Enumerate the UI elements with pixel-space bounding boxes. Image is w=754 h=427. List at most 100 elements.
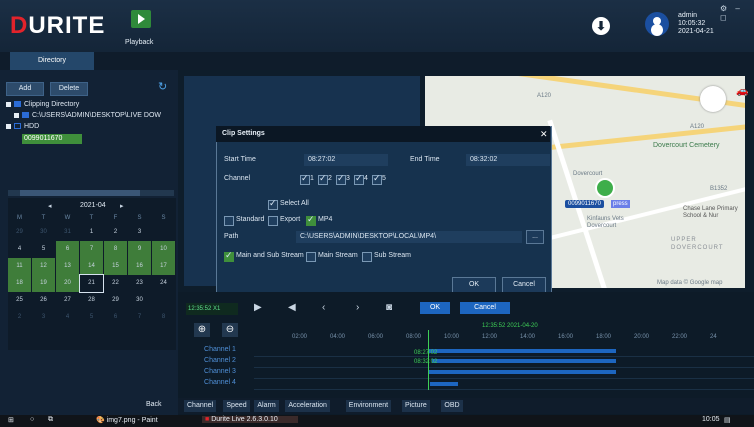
recording-segment[interactable]	[428, 349, 616, 353]
standard-checkbox[interactable]	[224, 216, 234, 226]
play-icon[interactable]: ▶	[254, 302, 262, 313]
tree-device[interactable]: 0099011670	[22, 134, 82, 144]
start-time-field[interactable]: 08:27:02	[304, 154, 388, 166]
start-icon[interactable]: ⊞	[8, 416, 14, 424]
close-icon[interactable]: ✕	[540, 129, 548, 140]
calendar-day[interactable]: 1	[80, 224, 103, 241]
calendar-day[interactable]: 18	[8, 275, 31, 292]
channel-checkbox[interactable]	[300, 173, 310, 185]
scrollbar-thumb[interactable]	[20, 190, 140, 196]
vehicle-marker[interactable]	[595, 178, 615, 198]
calendar-day[interactable]: 9	[128, 241, 151, 258]
delete-button[interactable]: Delete	[50, 82, 88, 96]
calendar-day[interactable]: 28	[80, 292, 103, 309]
bottom-tab[interactable]: Channel	[184, 400, 217, 412]
dialog-ok-button[interactable]: OK	[452, 277, 496, 293]
calendar-day[interactable]: 25	[8, 292, 31, 309]
stream-sub-radio[interactable]	[362, 252, 372, 262]
calendar-day[interactable]: 14	[80, 258, 103, 275]
calendar-day[interactable]: 4	[56, 309, 79, 326]
calendar-day[interactable]: 15	[104, 258, 127, 275]
timeline-cancel-button[interactable]: Cancel	[460, 302, 510, 314]
zoom-out-icon[interactable]: ⊖	[222, 323, 238, 337]
zoom-in-icon[interactable]: ⊕	[194, 323, 210, 337]
mp4-checkbox[interactable]	[306, 214, 316, 226]
playback-icon[interactable]	[131, 10, 151, 28]
bottom-tab[interactable]: OBD	[441, 400, 463, 412]
browse-button[interactable]: ...	[526, 230, 544, 244]
layers-icon[interactable]	[700, 86, 726, 112]
add-button[interactable]: Add	[6, 82, 44, 96]
timeline-channel-row[interactable]	[254, 379, 754, 390]
recording-segment[interactable]	[428, 370, 616, 374]
channel-checkbox[interactable]	[336, 173, 346, 185]
taskbar-app-paint[interactable]: 🎨 img7.png - Paint	[96, 416, 158, 424]
calendar-day[interactable]: 6	[56, 241, 79, 258]
tree-hdd[interactable]: HDD	[6, 123, 39, 130]
calendar-day[interactable]: 26	[32, 292, 55, 309]
timeline-ok-button[interactable]: OK	[420, 302, 450, 314]
calendar-day[interactable]: 12	[32, 258, 55, 275]
calendar-day[interactable]: 7	[128, 309, 151, 326]
calendar-day[interactable]: 29	[8, 224, 31, 241]
calendar-day[interactable]: 27	[56, 292, 79, 309]
taskbar-app-durite[interactable]: ■ Durite Live 2.6.3.0.10	[202, 416, 298, 423]
end-time-field[interactable]: 08:32:02	[466, 154, 550, 166]
calendar-day[interactable]: 24	[152, 275, 175, 292]
calendar-next-button[interactable]: ▸	[120, 202, 124, 210]
stream-main-sub-radio[interactable]	[224, 250, 234, 262]
calendar-day[interactable]: 5	[32, 241, 55, 258]
calendar-day[interactable]: 7	[80, 241, 103, 258]
back-icon[interactable]: ‹	[322, 302, 325, 313]
bottom-tab[interactable]: Environment	[345, 400, 392, 412]
calendar-day[interactable]: 5	[80, 309, 103, 326]
calendar-day[interactable]: 21	[79, 274, 104, 293]
camera-icon[interactable]: ◙	[386, 302, 392, 313]
dialog-cancel-button[interactable]: Cancel	[502, 277, 546, 293]
calendar-day[interactable]: 30	[32, 224, 55, 241]
tree-clipping[interactable]: Clipping Directory	[6, 101, 79, 108]
path-field[interactable]: C:\USERS\ADMIN\DESKTOP\LOCAL\MP4\	[296, 231, 522, 243]
calendar-day[interactable]: 29	[104, 292, 127, 309]
calendar-day[interactable]: 6	[104, 309, 127, 326]
calendar-day[interactable]: 20	[56, 275, 79, 292]
calendar-day[interactable]: 23	[128, 275, 151, 292]
calendar-day[interactable]: 19	[32, 275, 55, 292]
calendar-day[interactable]: 2	[8, 309, 31, 326]
refresh-icon[interactable]: ↻	[158, 80, 167, 93]
calendar-day[interactable]: 17	[152, 258, 175, 275]
calendar-day[interactable]: 11	[8, 258, 31, 275]
channel-checkbox[interactable]	[372, 173, 382, 185]
select-all-checkbox[interactable]	[268, 198, 278, 210]
search-icon[interactable]: ○	[30, 416, 34, 423]
calendar-day[interactable]: 13	[56, 258, 79, 275]
export-checkbox[interactable]	[268, 216, 278, 226]
prev-frame-icon[interactable]: ◀	[288, 302, 296, 313]
notification-icon[interactable]: ▤	[724, 416, 731, 424]
calendar-day[interactable]: 4	[8, 241, 31, 258]
channel-checkbox[interactable]	[318, 173, 328, 185]
calendar-day[interactable]: 8	[152, 309, 175, 326]
playback-label[interactable]: Playback	[125, 39, 153, 46]
calendar-day[interactable]: 31	[56, 224, 79, 241]
tab-directory[interactable]: Directory	[10, 52, 94, 70]
expand-icon[interactable]	[6, 101, 11, 107]
calendar-day[interactable]: 22	[104, 275, 127, 292]
stream-main-radio[interactable]	[306, 252, 316, 262]
calendar-day[interactable]: 2	[104, 224, 127, 241]
bottom-tab[interactable]: Picture	[402, 400, 430, 412]
channel-checkbox[interactable]	[354, 173, 364, 185]
expand-icon[interactable]	[6, 123, 11, 129]
calendar-day[interactable]: 8	[104, 241, 127, 258]
expand-icon[interactable]	[14, 112, 19, 118]
avatar[interactable]	[645, 12, 669, 36]
back-button[interactable]: Back	[146, 401, 162, 408]
recording-segment[interactable]	[430, 382, 458, 386]
calendar-day[interactable]: 30	[128, 292, 151, 309]
calendar-day[interactable]: 3	[128, 224, 151, 241]
download-icon[interactable]: ⬇	[592, 17, 610, 35]
window-controls[interactable]: ⚙ – ◻	[720, 4, 754, 22]
task-view-icon[interactable]: ⧉	[48, 416, 53, 424]
calendar-day[interactable]: 3	[32, 309, 55, 326]
vehicle-label[interactable]: 0099011670	[565, 200, 604, 208]
